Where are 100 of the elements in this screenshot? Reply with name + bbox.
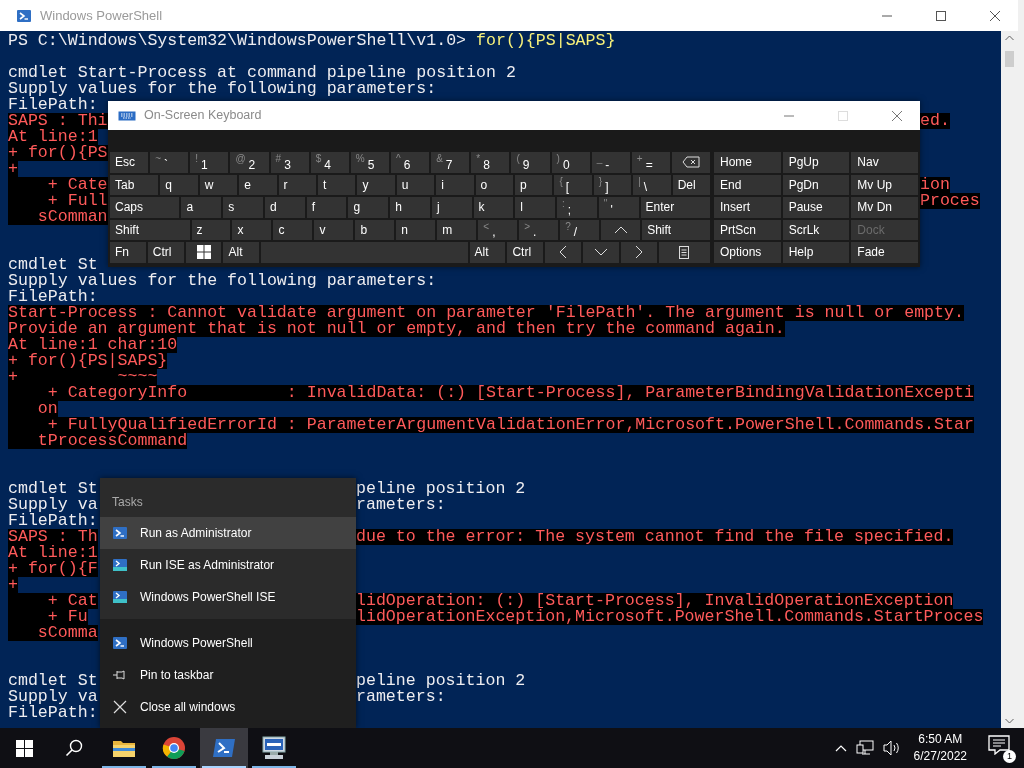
keyboard-key[interactable]: Options xyxy=(714,242,781,263)
keyboard-key[interactable]: u xyxy=(396,174,435,195)
keyboard-key[interactable]: Caps xyxy=(110,197,180,218)
keyboard-key[interactable]: Pause xyxy=(782,197,850,218)
keyboard-key[interactable]: ~ ` xyxy=(150,152,189,173)
keyboard-key[interactable]: Mv Dn xyxy=(851,197,918,218)
keyboard-key[interactable]: < , xyxy=(478,219,518,240)
keyboard-key[interactable]: % 5 xyxy=(350,152,389,173)
menu-item[interactable]: Close all windows xyxy=(100,691,356,723)
keyboard-key[interactable]: : ; xyxy=(557,197,597,218)
chevron-up-icon[interactable] xyxy=(834,744,847,752)
keyboard-key[interactable]: y xyxy=(357,174,395,195)
keyboard-key[interactable]: s xyxy=(223,197,263,218)
menu-item[interactable]: Run ISE as Administrator xyxy=(100,549,356,581)
keyboard-key[interactable]: Esc xyxy=(110,152,149,173)
keyboard-key[interactable]: h xyxy=(390,197,430,218)
close-icon[interactable] xyxy=(891,109,903,122)
keyboard-key[interactable]: i xyxy=(436,174,474,195)
console-text: + Fu xyxy=(8,609,88,625)
keyboard-key[interactable]: Mv Up xyxy=(851,174,918,195)
keyboard-key[interactable]: k xyxy=(473,197,514,218)
keyboard-key[interactable]: # 3 xyxy=(270,152,309,173)
keyboard-key[interactable]: o xyxy=(475,174,513,195)
keyboard-key[interactable]: { [ xyxy=(554,174,592,195)
maximize-icon[interactable] xyxy=(935,9,947,22)
keyboard-key[interactable] xyxy=(185,242,222,263)
menu-item[interactable]: Run as Administrator xyxy=(100,517,356,549)
keyboard-key[interactable]: ) 0 xyxy=(551,152,590,173)
keyboard-key[interactable]: Ctrl xyxy=(507,242,544,263)
volume-icon[interactable] xyxy=(882,740,901,756)
keyboard-key[interactable]: b xyxy=(355,219,395,240)
keyboard-key[interactable]: $ 4 xyxy=(310,152,349,173)
keyboard-key[interactable]: v xyxy=(314,219,354,240)
menu-item[interactable]: Pin to taskbar xyxy=(100,659,356,691)
pin-icon xyxy=(112,667,128,683)
keyboard-key[interactable]: Alt xyxy=(223,242,260,263)
keyboard-key[interactable]: } ] xyxy=(593,174,632,195)
network-icon[interactable] xyxy=(855,740,874,756)
keyboard-key[interactable]: j xyxy=(431,197,472,218)
start-icon[interactable] xyxy=(15,739,33,757)
keyboard-key[interactable]: ? / xyxy=(560,219,600,240)
keyboard-key[interactable]: q xyxy=(160,174,198,195)
keyboard-key[interactable]: > . xyxy=(519,219,559,240)
clock[interactable]: 6:50 AM 6/27/2022 xyxy=(913,731,967,765)
keyboard-key[interactable]: a xyxy=(181,197,222,218)
keyboard-key[interactable]: Fade xyxy=(851,242,918,263)
keyboard-key[interactable]: t xyxy=(318,174,356,195)
keyboard-key[interactable]: ScrLk xyxy=(782,219,850,240)
keyboard-key[interactable]: Del xyxy=(672,174,711,195)
keyboard-key[interactable]: Alt xyxy=(469,242,506,263)
keyboard-key[interactable]: Help xyxy=(782,242,850,263)
notification-icon[interactable] xyxy=(988,735,1010,755)
keyboard-key[interactable]: Shift xyxy=(642,219,711,240)
keyboard-key[interactable]: c xyxy=(273,219,313,240)
keyboard-key[interactable]: w xyxy=(199,174,238,195)
keyboard-key[interactable]: f xyxy=(306,197,347,218)
console-text: due to the error: The system cannot find the file specified. xyxy=(356,529,954,545)
keyboard-key[interactable]: ^ 6 xyxy=(391,152,430,173)
menu-item[interactable]: Windows PowerShell xyxy=(100,627,356,659)
scrollbar-thumb[interactable] xyxy=(1005,51,1014,67)
scrollbar[interactable] xyxy=(1001,31,1018,728)
keyboard-key[interactable]: End xyxy=(714,174,781,195)
keyboard-key[interactable]: d xyxy=(264,197,305,218)
keyboard-key[interactable]: p xyxy=(515,174,553,195)
keyboard-key[interactable]: PrtScn xyxy=(714,219,781,240)
keyboard-key[interactable]: Enter xyxy=(640,197,710,218)
keyboard-key[interactable]: Nav xyxy=(851,152,918,173)
keyboard-key[interactable]: " ' xyxy=(598,197,639,218)
keyboard-key[interactable]: z xyxy=(191,219,231,240)
keyboard-key[interactable]: _ - xyxy=(591,152,630,173)
keyboard-key[interactable]: Insert xyxy=(714,197,781,218)
keyboard-key[interactable]: ( 9 xyxy=(511,152,550,173)
keyboard-key[interactable]: x xyxy=(232,219,272,240)
window-title: On-Screen Keyboard xyxy=(144,107,262,125)
keyboard-key[interactable]: g xyxy=(348,197,389,218)
keyboard-key[interactable]: m xyxy=(437,219,477,240)
search-icon[interactable] xyxy=(65,739,83,757)
keyboard-key[interactable]: l xyxy=(515,197,556,218)
keyboard-key[interactable]: e xyxy=(239,174,277,195)
close-icon[interactable] xyxy=(989,9,1001,22)
keyboard-key[interactable] xyxy=(658,242,711,263)
keyboard-key[interactable]: + = xyxy=(631,152,670,173)
console-text: SAPS : Th xyxy=(8,529,98,545)
menu-item[interactable]: Windows PowerShell ISE xyxy=(100,581,356,613)
keyboard-key[interactable]: | \ xyxy=(633,174,671,195)
keyboard-key[interactable]: Tab xyxy=(110,174,159,195)
keyboard-key[interactable]: * 8 xyxy=(471,152,510,173)
keyboard-key[interactable]: Fn xyxy=(110,242,146,263)
keyboard-key[interactable]: Shift xyxy=(110,219,190,240)
keyboard-key[interactable]: & 7 xyxy=(431,152,470,173)
keyboard-key[interactable] xyxy=(671,152,711,173)
keyboard-key[interactable]: PgDn xyxy=(782,174,850,195)
keyboard-key[interactable]: @ 2 xyxy=(230,152,269,173)
keyboard-key[interactable]: r xyxy=(278,174,316,195)
keyboard-key[interactable]: ! 1 xyxy=(190,152,229,173)
keyboard-key[interactable]: PgUp xyxy=(782,152,850,173)
keyboard-key[interactable]: Ctrl xyxy=(147,242,184,263)
taskbar-button[interactable] xyxy=(200,728,248,768)
keyboard-key[interactable]: n xyxy=(396,219,436,240)
keyboard-key[interactable]: Home xyxy=(714,152,781,173)
